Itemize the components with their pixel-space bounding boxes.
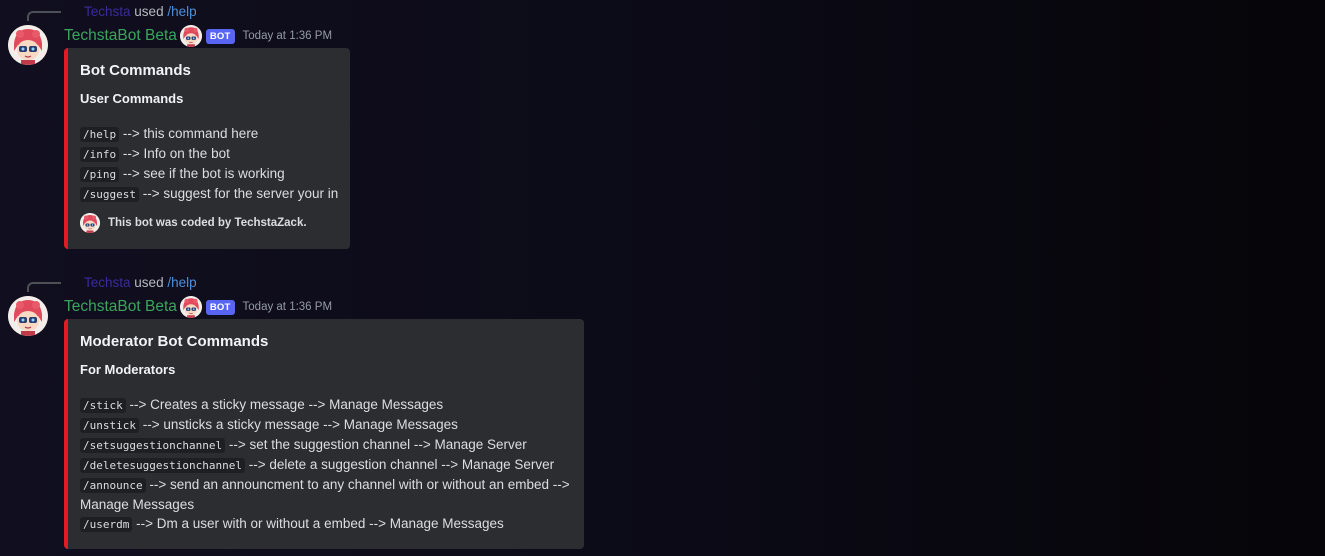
command-line: /stick --> Creates a sticky message --> … xyxy=(80,395,568,415)
command-line: /help --> this command here xyxy=(80,124,334,144)
author-username[interactable]: TechstaBot Beta xyxy=(64,298,177,316)
command-code: /ping xyxy=(80,167,120,182)
command-description: --> see if the bot is working xyxy=(122,166,285,181)
command-code: /unstick xyxy=(80,418,139,433)
command-code: /deletesuggestionchannel xyxy=(80,458,245,473)
command-line: /info --> Info on the bot xyxy=(80,144,334,164)
timestamp[interactable]: Today at 1:36 PM xyxy=(243,301,333,313)
embed-title: Moderator Bot Commands xyxy=(80,333,269,350)
command-code: /stick xyxy=(80,398,126,413)
anime-robot-girl-avatar-icon[interactable] xyxy=(8,25,48,65)
command-description: --> delete a suggestion channel --> Mana… xyxy=(248,457,555,472)
robot-face-emoji-icon xyxy=(179,25,202,47)
footer-text: This bot was coded by TechstaZack. xyxy=(108,217,307,229)
footer-avatar-icon xyxy=(80,213,100,233)
command-list: /stick --> Creates a sticky message --> … xyxy=(80,395,570,534)
author-username[interactable]: TechstaBot Beta xyxy=(64,27,177,45)
command-description: --> unsticks a sticky message --> Manage… xyxy=(142,417,458,432)
command-line: /setsuggestionchannel --> set the sugges… xyxy=(80,435,568,455)
reply-context[interactable]: Techsta used /help xyxy=(84,275,197,290)
bot-tag: BOT xyxy=(205,299,235,315)
command-line: /deletesuggestionchannel --> delete a su… xyxy=(80,455,568,475)
reply-user[interactable]: Techsta xyxy=(84,4,131,19)
reply-command[interactable]: /help xyxy=(167,275,196,290)
reply-used-label: used xyxy=(134,275,164,290)
reply-context[interactable]: Techsta used /help xyxy=(84,4,197,19)
command-description: --> Dm a user with or without a embed --… xyxy=(136,516,504,531)
command-description: --> this command here xyxy=(122,126,259,141)
embed-footer: This bot was coded by TechstaZack. xyxy=(80,213,334,233)
reply-connector xyxy=(27,11,61,21)
command-line: /userdm --> Dm a user with or without a … xyxy=(80,514,568,534)
bot-tag: BOT xyxy=(205,28,235,44)
embed: Moderator Bot Commands For Moderators /s… xyxy=(64,319,584,549)
message-header: TechstaBot Beta BOT Today at 1:36 PM xyxy=(64,296,332,318)
command-line: /announce --> send an announcment to any… xyxy=(80,475,572,514)
embed-subtitle: User Commands xyxy=(80,91,184,106)
command-line: /unstick --> unsticks a sticky message -… xyxy=(80,415,568,435)
command-description: --> Creates a sticky message --> Manage … xyxy=(129,397,444,412)
command-code: /help xyxy=(80,127,120,142)
embed-title: Bot Commands xyxy=(80,62,191,79)
reply-connector xyxy=(27,282,61,292)
command-code: /suggest xyxy=(80,187,139,202)
timestamp[interactable]: Today at 1:36 PM xyxy=(243,30,333,42)
embed-subtitle: For Moderators xyxy=(80,362,176,377)
embed: Bot Commands User Commands /help --> thi… xyxy=(64,48,350,249)
command-description: --> Info on the bot xyxy=(122,146,230,161)
command-code: /announce xyxy=(80,478,146,493)
command-code: /userdm xyxy=(80,517,133,532)
command-line: /ping --> see if the bot is working xyxy=(80,164,334,184)
reply-user[interactable]: Techsta xyxy=(84,275,131,290)
command-description: --> suggest for the server your in xyxy=(142,186,339,201)
command-code: /setsuggestionchannel xyxy=(80,438,226,453)
command-list: /help --> this command here /info --> In… xyxy=(80,124,338,204)
anime-robot-girl-avatar-icon[interactable] xyxy=(8,296,48,336)
command-code: /info xyxy=(80,147,120,162)
robot-face-emoji-icon xyxy=(179,296,202,318)
command-description: --> set the suggestion channel --> Manag… xyxy=(228,437,527,452)
reply-used-label: used xyxy=(134,4,164,19)
reply-command[interactable]: /help xyxy=(167,4,196,19)
message-header: TechstaBot Beta BOT Today at 1:36 PM xyxy=(64,25,332,47)
command-line: /suggest --> suggest for the server your… xyxy=(80,184,338,204)
command-description: --> send an announcment to any channel w… xyxy=(80,477,570,512)
